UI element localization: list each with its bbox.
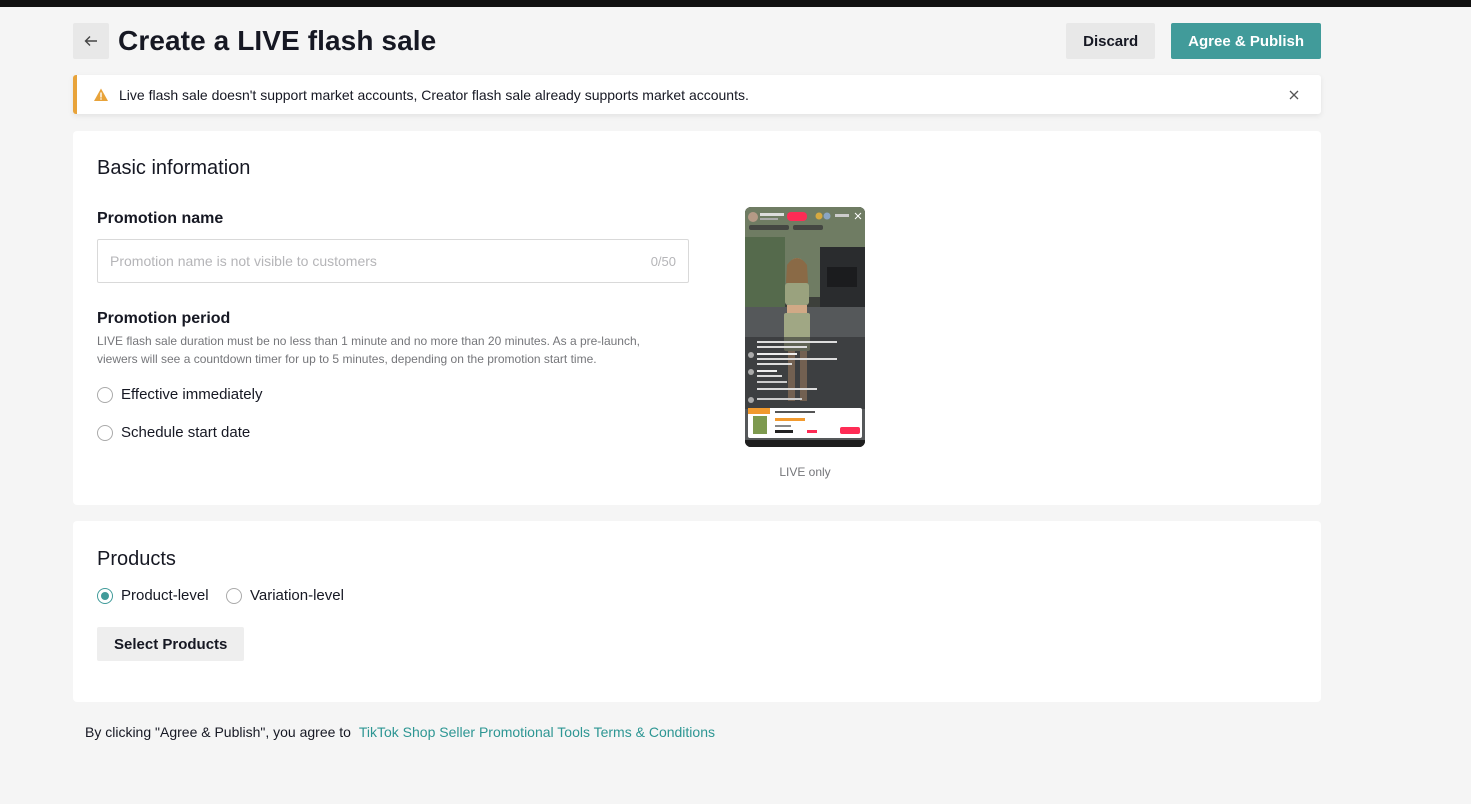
terms-notice: By clicking "Agree & Publish", you agree… (85, 724, 715, 740)
radio-label: Schedule start date (121, 424, 251, 441)
promotion-name-label: Promotion name (97, 210, 224, 227)
radio-label: Effective immediately (121, 386, 263, 403)
radio-label: Variation-level (250, 587, 344, 604)
radio-effective-immediately[interactable]: Effective immediately (97, 386, 262, 403)
arrow-left-icon (84, 36, 97, 46)
radio-label: Product-level (121, 587, 209, 604)
warning-icon (94, 88, 108, 101)
live-stream-preview-illustration (745, 207, 865, 447)
products-heading: Products (97, 548, 176, 570)
radio-schedule-start-date[interactable]: Schedule start date (97, 424, 250, 441)
products-card: Products Product-level Variation-level S… (73, 521, 1321, 702)
close-icon[interactable] (1287, 88, 1301, 102)
basic-information-heading: Basic information (97, 157, 251, 179)
live-preview-image (745, 207, 865, 447)
promotion-period-label: Promotion period (97, 310, 231, 327)
preview-caption: LIVE only (779, 465, 831, 479)
radio-button[interactable] (226, 587, 242, 604)
top-edge-strip (0, 0, 1471, 7)
terms-prefix: By clicking "Agree & Publish", you agree… (85, 724, 351, 740)
page-title: Create a LIVE flash sale (118, 25, 437, 56)
header-actions: Discard Agree & Publish (1066, 23, 1321, 59)
promotion-name-input[interactable] (110, 253, 651, 269)
warning-alert: Live flash sale doesn't support market a… (73, 75, 1321, 114)
promotion-name-field: 0/50 (97, 239, 689, 283)
radio-button-selected[interactable] (97, 587, 113, 604)
agree-publish-button[interactable]: Agree & Publish (1171, 23, 1321, 59)
page-header: Create a LIVE flash sale Discard Agree &… (73, 23, 1321, 59)
radio-button[interactable] (97, 424, 113, 441)
character-counter: 0/50 (650, 253, 676, 269)
terms-link[interactable]: TikTok Shop Seller Promotional Tools Ter… (359, 724, 715, 740)
promotion-period-description: LIVE flash sale duration must be no less… (97, 334, 640, 366)
select-products-button[interactable]: Select Products (97, 627, 245, 661)
discard-button[interactable]: Discard (1066, 23, 1156, 59)
alert-message: Live flash sale doesn't support market a… (119, 86, 749, 103)
radio-variation-level[interactable]: Variation-level (226, 587, 344, 604)
basic-information-card: Basic information Promotion name 0/50 Pr… (73, 131, 1321, 505)
back-button[interactable] (73, 23, 109, 59)
radio-button[interactable] (97, 386, 113, 403)
radio-product-level[interactable]: Product-level (97, 587, 209, 604)
